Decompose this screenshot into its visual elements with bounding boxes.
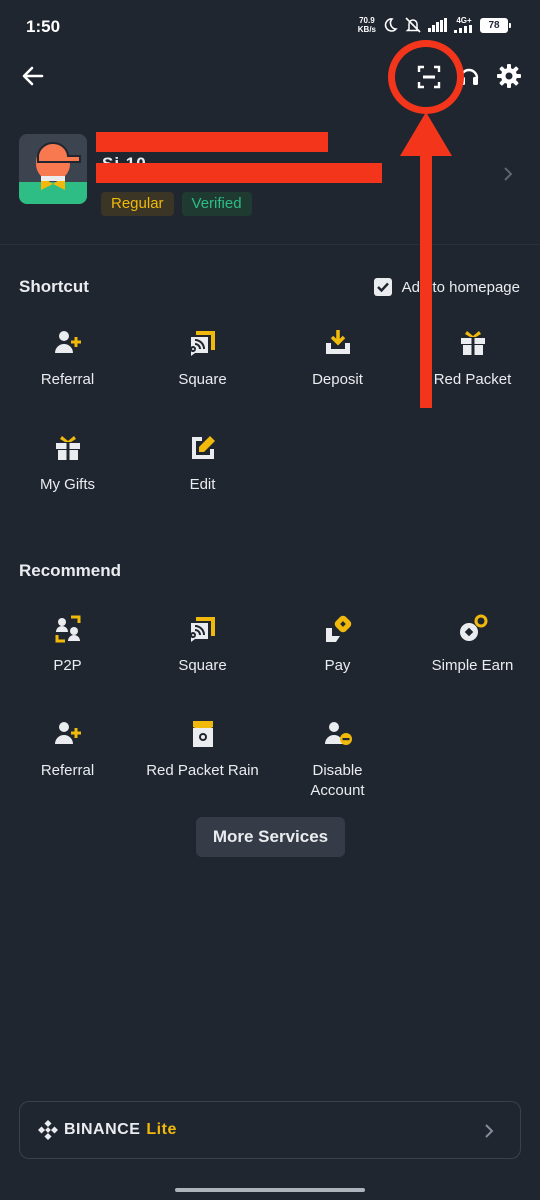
- disable-account-icon: [324, 722, 352, 745]
- recommend-label: P2P: [53, 657, 82, 674]
- shortcut-edit[interactable]: Edit: [135, 433, 270, 513]
- signal-icon: [428, 18, 447, 32]
- recommend-title: Recommend: [19, 561, 122, 580]
- moon-icon: [384, 18, 398, 32]
- status-time: 1:50: [26, 17, 61, 36]
- recommend-referral[interactable]: Referral: [0, 719, 135, 799]
- battery-icon: 78: [480, 17, 511, 33]
- annotation-arrow-icon: [400, 112, 452, 408]
- net-speed-unit: KB/s: [357, 25, 376, 34]
- home-indicator[interactable]: [175, 1188, 365, 1192]
- recommend-label: Disable Account: [310, 762, 365, 799]
- chevron-right-icon: [504, 167, 513, 181]
- red-packet-rain-icon: [192, 721, 213, 747]
- signal-icon: [454, 25, 472, 33]
- binance-brand: BINANCE: [64, 1121, 141, 1138]
- recommend-disable-account[interactable]: Disable Account: [270, 719, 405, 799]
- annotation-circle: [388, 40, 464, 114]
- redaction-bar: [96, 132, 328, 152]
- chevron-right-icon: [485, 1124, 494, 1138]
- square-broadcast-icon: [189, 331, 215, 356]
- recommend-label: Square: [178, 657, 227, 674]
- badge-row: Regular Verified: [101, 192, 252, 216]
- network-type: 4G+: [454, 17, 474, 33]
- recommend-red-packet-rain[interactable]: Red Packet Rain: [135, 719, 270, 799]
- recommend-label: Pay: [324, 657, 351, 674]
- shortcut-deposit[interactable]: Deposit: [270, 328, 405, 408]
- recommend-label: Referral: [40, 762, 95, 779]
- pay-icon: [325, 615, 351, 642]
- add-to-homepage-checkbox[interactable]: [373, 278, 392, 296]
- gift-icon: [55, 436, 80, 460]
- battery-level: 78: [488, 19, 500, 31]
- shortcut-label: Referral: [40, 371, 95, 388]
- regular-badge: Regular: [101, 192, 174, 216]
- profile-card[interactable]: Si 10 Regular Verified: [0, 132, 540, 220]
- gear-icon[interactable]: [496, 63, 522, 89]
- network-label: 4G+: [456, 16, 472, 25]
- more-services-button[interactable]: More Services: [196, 817, 345, 857]
- status-icons: 70.9 KB/s 4G+ 78: [358, 16, 511, 34]
- recommend-square[interactable]: Square: [135, 614, 270, 694]
- simple-earn-icon: [459, 614, 487, 641]
- recommend-simple-earn[interactable]: Simple Earn: [405, 614, 540, 694]
- verified-badge: Verified: [181, 192, 252, 216]
- status-bar: 1:50 70.9 KB/s 4G+ 78: [0, 0, 540, 56]
- net-speed: 70.9 KB/s: [358, 16, 376, 34]
- download-icon: [325, 330, 350, 354]
- redaction-bar: [96, 163, 382, 183]
- p2p-icon: [55, 615, 80, 643]
- recommend-p2p[interactable]: P2P: [0, 614, 135, 694]
- shortcut-label: Edit: [189, 476, 216, 493]
- binance-logo-icon: [38, 1120, 58, 1140]
- shortcut-my-gifts[interactable]: My Gifts: [0, 433, 135, 513]
- shortcut-label: Deposit: [312, 371, 363, 388]
- binance-lite-card[interactable]: BINANCE Lite: [19, 1101, 521, 1159]
- shortcut-square[interactable]: Square: [135, 328, 270, 408]
- recommend-label: Red Packet Rain: [146, 762, 259, 779]
- shortcut-label: Square: [178, 371, 227, 388]
- shortcut-referral[interactable]: Referral: [0, 328, 135, 408]
- recommend-label: Simple Earn: [431, 657, 514, 674]
- shortcut-label: My Gifts: [40, 476, 95, 493]
- square-broadcast-icon: [189, 617, 215, 642]
- divider: [0, 244, 540, 245]
- bell-off-icon: [405, 17, 421, 33]
- binance-lite-logo: BINANCE Lite: [38, 1120, 177, 1140]
- shortcut-title: Shortcut: [19, 277, 89, 296]
- net-speed-value: 70.9: [359, 16, 375, 25]
- check-icon: [376, 282, 389, 293]
- lite-label: Lite: [146, 1121, 177, 1138]
- recommend-pay[interactable]: Pay: [270, 614, 405, 694]
- add-user-icon: [54, 331, 81, 353]
- add-user-icon: [54, 722, 81, 744]
- avatar: [19, 134, 87, 204]
- gift-icon: [460, 331, 485, 355]
- edit-icon: [191, 436, 215, 459]
- back-arrow-icon[interactable]: [20, 64, 46, 88]
